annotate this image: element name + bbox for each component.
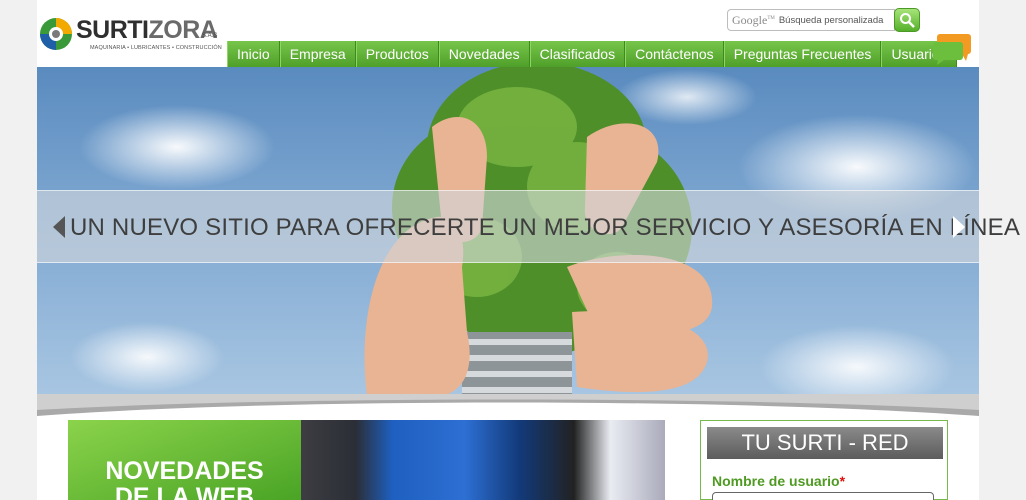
nav-item-novedades[interactable]: Novedades <box>438 41 530 67</box>
logo-mark-icon <box>40 18 72 50</box>
search-provider-logo: GoogleTM <box>732 12 775 27</box>
search-icon <box>900 13 915 28</box>
logo-wordmark: SURTIZORA <box>76 16 218 45</box>
logo-text-part2: ZORA <box>148 16 218 44</box>
main-nav: Inicio Empresa Productos Novedades Clasi… <box>227 41 957 67</box>
site-search: GoogleTM Búsqueda personalizada <box>727 8 920 32</box>
site-logo[interactable]: SURTIZORA S.A.S MAQUINARIA • LUBRICANTES… <box>38 14 222 56</box>
nav-item-inicio[interactable]: Inicio <box>227 41 280 67</box>
search-button[interactable] <box>894 8 920 32</box>
login-panel: TU SURTI - RED Nombre de usuario* <box>700 420 948 500</box>
logo-text-part1: SURTI <box>76 16 149 44</box>
novedades-title: NOVEDADES DE LA WEB <box>105 457 264 500</box>
arrow-left-icon[interactable] <box>53 216 65 238</box>
nav-item-empresa[interactable]: Empresa <box>279 41 356 67</box>
novedades-photo <box>301 420 665 500</box>
logo-tagline: MAQUINARIA • LUBRICANTES • CONSTRUCCIÓN <box>90 45 222 51</box>
nav-item-contactenos[interactable]: Contáctenos <box>625 41 724 67</box>
chat-bubble-icon[interactable] <box>932 32 974 66</box>
novedades-panel[interactable]: NOVEDADES DE LA WEB <box>68 420 665 500</box>
search-placeholder: Búsqueda personalizada <box>778 14 884 26</box>
banner-shadow-divider <box>37 394 979 416</box>
logo-suffix: S.A.S <box>202 33 218 39</box>
arrow-right-icon[interactable] <box>953 216 965 238</box>
banner-caption: UN NUEVO SITIO PARA OFRECERTE UN MEJOR S… <box>70 214 1021 241</box>
login-title: TU SURTI - RED <box>707 427 943 459</box>
nav-item-clasificados[interactable]: Clasificados <box>529 41 626 67</box>
search-input[interactable]: GoogleTM Búsqueda personalizada <box>727 9 895 31</box>
nav-item-productos[interactable]: Productos <box>355 41 439 67</box>
nav-item-preguntas-frecuentes[interactable]: Preguntas Frecuentes <box>723 41 882 67</box>
username-label: Nombre de usuario* <box>712 473 846 489</box>
username-field[interactable] <box>712 492 934 500</box>
